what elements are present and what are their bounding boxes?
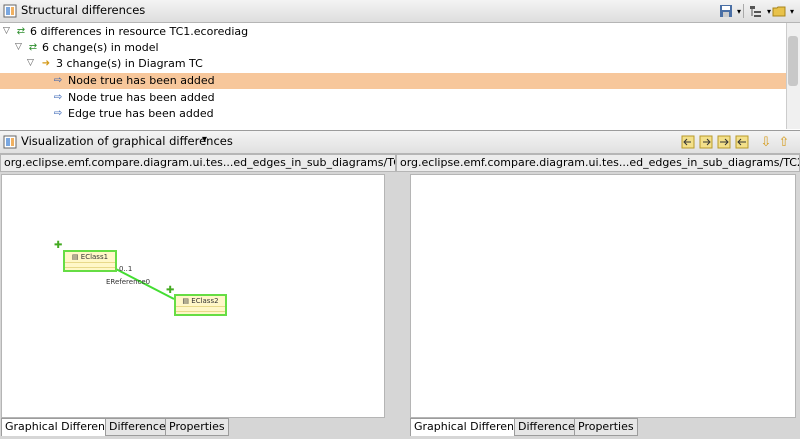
structural-differences-header: Structural differences ▾ ▾ ▾ — [0, 0, 800, 23]
previous-difference-icon[interactable]: ⇧ — [776, 134, 792, 150]
node-compartment-divider — [65, 267, 115, 268]
edge-label: EReference0 — [106, 278, 151, 286]
tab-properties[interactable]: Properties — [574, 418, 638, 436]
add-diff-icon: ⇨ — [53, 75, 63, 86]
model-diff-icon: ⇄ — [28, 42, 38, 53]
filter-dropdown-icon[interactable]: ▾ — [784, 3, 800, 19]
save-dropdown-icon[interactable]: ▾ — [731, 3, 747, 19]
left-file-path: org.eclipse.emf.compare.diagram.ui.tes..… — [0, 154, 396, 172]
left-tab-bar: Graphical Differences Differences Proper… — [1, 418, 385, 436]
tree-item-label: Edge true has been added — [68, 107, 214, 120]
add-diff-icon: ⇨ — [53, 108, 63, 119]
compare-view-icon — [3, 135, 17, 152]
node-name: EClass1 — [80, 253, 109, 261]
expand-twisty-icon[interactable]: ▽ — [27, 58, 34, 68]
expand-twisty-icon[interactable]: ▽ — [15, 42, 22, 52]
expand-twisty-icon[interactable]: ▽ — [3, 26, 10, 36]
tree-item-label: Node true has been added — [68, 74, 215, 87]
visualization-header: Visualization of graphical differences ▾… — [0, 131, 800, 154]
add-diff-icon: ⇨ — [53, 92, 63, 103]
tree-item-model[interactable]: ▽ ⇄ 6 change(s) in model — [0, 40, 786, 56]
eclass-node-2[interactable]: ▤ EClass2 — [174, 294, 227, 316]
tree-item-label: 6 differences in resource TC1.ecorediag — [30, 25, 249, 38]
structural-differences-panel: Structural differences ▾ ▾ ▾ ▽ ⇄ 6 diffe… — [0, 0, 800, 131]
node-title: ▤ EClass2 — [182, 297, 219, 305]
tree-item-label: Node true has been added — [68, 91, 215, 104]
tree-item-diagram[interactable]: ▽ ➜ 3 change(s) in Diagram TC — [0, 56, 786, 72]
tree-item-label: 3 change(s) in Diagram TC — [56, 57, 203, 70]
left-diagram-canvas[interactable]: ✚ ▤ EClass1 0..1 EReference0 ✚ ▤ EClass2 — [1, 174, 385, 418]
copy-left-icon[interactable] — [734, 134, 750, 150]
right-tab-bar: Graphical Differences Differences Proper… — [410, 418, 796, 436]
next-difference-icon[interactable]: ⇩ — [758, 134, 774, 150]
copy-all-left-to-right-icon[interactable] — [698, 134, 714, 150]
eclass-node-1[interactable]: ▤ EClass1 — [63, 250, 117, 272]
diagram-diff-icon: ➜ — [41, 58, 51, 69]
center-divider[interactable] — [386, 174, 408, 418]
node-title: ▤ EClass1 — [71, 253, 109, 261]
tab-properties[interactable]: Properties — [165, 418, 229, 436]
added-marker-icon: ✚ — [54, 240, 63, 251]
structural-differences-title: Structural differences — [21, 3, 146, 17]
toolbar-separator — [743, 4, 744, 18]
resource-diff-icon: ⇄ — [16, 26, 26, 37]
compare-view-icon — [3, 4, 17, 21]
node-compartment-divider — [176, 311, 225, 312]
tree-item-resource[interactable]: ▽ ⇄ 6 differences in resource TC1.ecored… — [0, 24, 786, 40]
tree-item-label: 6 change(s) in model — [42, 41, 159, 54]
copy-right-icon[interactable] — [716, 134, 732, 150]
tree-item-edge-added[interactable]: ⇨ Edge true has been added — [0, 106, 786, 122]
node-compartment-divider — [176, 306, 225, 307]
copy-all-right-to-left-icon[interactable] — [680, 134, 696, 150]
view-menu-chevron-down-icon[interactable]: ▾ — [202, 134, 207, 145]
tree-item-node-added-2[interactable]: ⇨ Node true has been added — [0, 90, 786, 106]
node-name: EClass2 — [191, 297, 219, 305]
tree-item-node-added-1[interactable]: ⇨ Node true has been added — [0, 73, 786, 89]
tree-scrollbar-thumb[interactable] — [788, 36, 798, 86]
edge-multiplicity: 0..1 — [119, 265, 133, 273]
node-compartment-divider — [65, 262, 115, 263]
right-file-path: org.eclipse.emf.compare.diagram.ui.tes..… — [396, 154, 800, 172]
right-diagram-canvas[interactable] — [410, 174, 796, 418]
